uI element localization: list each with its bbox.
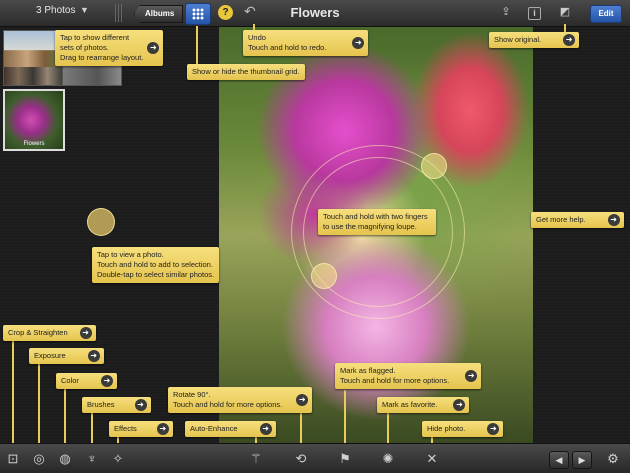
callout-leader [91, 413, 93, 444]
callout-text: sets of photos. [60, 43, 109, 52]
crop-icon[interactable]: ⊡ [4, 450, 22, 468]
callout-text: Touch and hold for more options. [173, 400, 283, 409]
thumbnail-label: Flowers [23, 141, 45, 147]
arrow-right-icon[interactable]: ▶ [572, 451, 592, 469]
arrow-right-icon[interactable]: ➜ [607, 214, 620, 226]
callout-effects[interactable]: Effects ➜ [109, 421, 173, 437]
callout-leader [64, 389, 66, 444]
callout-text: to use the magnifying loupe. [323, 222, 417, 231]
callout-text: Touch and hold to add to selection. [97, 260, 213, 269]
arrow-left-icon[interactable]: ◀ [549, 451, 569, 469]
callout-text: Crop & Straighten [8, 328, 68, 337]
info-icon[interactable]: i [528, 7, 541, 20]
arrow-right-icon[interactable]: ➜ [453, 399, 466, 411]
callout-leader [387, 412, 389, 444]
callout-leader [196, 26, 198, 64]
callout-text: Mark as favorite. [382, 400, 438, 409]
callout-text: Undo [248, 33, 266, 42]
callout-text: Drag to rearrange layout. [60, 53, 144, 62]
callout-text: Effects [114, 424, 137, 433]
callout-loupe: Touch and hold with two fingers to use t… [318, 209, 436, 235]
callout-text: Show or hide the thumbnail grid. [192, 67, 300, 76]
rotate-icon[interactable]: ⟲ [292, 450, 310, 468]
callout-flag[interactable]: Mark as flagged. Touch and hold for more… [335, 363, 482, 389]
callout-show-original[interactable]: Show original. ➜ [489, 32, 580, 48]
callout-text: Show original. [494, 35, 542, 44]
palette-icon[interactable]: ◍ [56, 450, 74, 468]
arrow-right-icon[interactable]: ➜ [100, 375, 113, 387]
arrow-right-icon[interactable]: ➜ [87, 350, 100, 362]
callout-undo[interactable]: Undo Touch and hold to redo. ➜ [243, 30, 369, 56]
callout-exposure[interactable]: Exposure ➜ [29, 348, 104, 364]
callout-text: Color [61, 376, 79, 385]
arrow-right-icon[interactable]: ➜ [134, 399, 147, 411]
arrow-right-icon[interactable]: ➜ [259, 423, 272, 435]
callout-text: Touch and hold for more options. [340, 376, 450, 385]
callout-color[interactable]: Color ➜ [56, 373, 117, 389]
callout-text: Get more help. [536, 215, 586, 224]
callout-favorite[interactable]: Mark as favorite. ➜ [377, 397, 470, 413]
arrow-right-icon[interactable]: ➜ [79, 327, 92, 339]
callout-hide[interactable]: Hide photo. ➜ [422, 421, 504, 437]
flag-icon[interactable]: ⚑ [336, 450, 354, 468]
callout-rotate[interactable]: Rotate 90°. Touch and hold for more opti… [168, 387, 313, 413]
loupe-touch-point [421, 153, 447, 179]
callout-text: Touch and hold to redo. [248, 43, 327, 52]
thumbnail-building[interactable] [3, 30, 63, 86]
callout-leader [300, 410, 302, 444]
magic-wand-icon[interactable]: ⚚ [247, 450, 265, 468]
arrow-right-icon[interactable]: ➜ [296, 394, 309, 406]
arrow-right-icon[interactable]: ➜ [156, 423, 169, 435]
brush-icon[interactable]: ♆ [83, 450, 101, 468]
share-icon[interactable]: ⇪ [498, 5, 514, 20]
callout-text: Rotate 90°. [173, 390, 211, 399]
bottom-toolbar: ⊡ ◎ ◍ ♆ ✧ ⚚ ⟲ ⚑ ✺ ✕ ◀ ▶ ⚙ [0, 443, 630, 473]
callout-text: Mark as flagged. [340, 366, 396, 375]
top-toolbar: 3 Photos ▼ Albums ? ↶ Flowers ⇪ i ◩ Edit [0, 0, 630, 27]
callout-leader [564, 24, 566, 32]
edit-button[interactable]: Edit [590, 5, 622, 23]
callout-text: Tap to show different [60, 33, 130, 42]
arrow-right-icon[interactable]: ➜ [487, 423, 500, 435]
callout-text: Brushes [87, 400, 115, 409]
callout-view-photo: Tap to view a photo. Touch and hold to a… [92, 247, 220, 283]
callout-text: Hide photo. [427, 424, 466, 433]
callout-text: Tap to view a photo. [97, 250, 164, 259]
thumbnail-detail [4, 67, 62, 85]
gear-icon[interactable]: ⚙ [604, 450, 622, 468]
callout-get-help[interactable]: Get more help. ➜ [531, 212, 624, 228]
thumbnail-flowers[interactable]: Flowers [3, 89, 65, 151]
arrow-right-icon[interactable]: ➜ [563, 34, 576, 46]
callout-leader [344, 390, 346, 444]
arrow-right-icon[interactable]: ➜ [465, 370, 478, 382]
app-window: 3 Photos ▼ Albums ? ↶ Flowers ⇪ i ◩ Edit… [0, 0, 630, 473]
callout-photo-sets[interactable]: Tap to show different sets of photos. Dr… [55, 30, 164, 66]
callout-thumbnail-grid: Show or hide the thumbnail grid. [187, 64, 305, 80]
exposure-icon[interactable]: ◎ [30, 450, 48, 468]
hide-icon[interactable]: ✕ [423, 450, 441, 468]
show-original-icon[interactable]: ◩ [557, 5, 573, 20]
tap-hint-dot [87, 208, 115, 236]
effects-icon[interactable]: ✧ [109, 450, 127, 468]
arrow-right-icon[interactable]: ➜ [147, 42, 160, 54]
callout-brushes[interactable]: Brushes ➜ [82, 397, 151, 413]
callout-text: Touch and hold with two fingers [323, 212, 428, 221]
callout-text: Exposure [34, 351, 66, 360]
callout-text: Double-tap to select similar photos. [97, 270, 215, 279]
callout-leader [38, 363, 40, 444]
callout-auto-enhance[interactable]: Auto-Enhance ➜ [185, 421, 276, 437]
loupe-touch-point [311, 263, 337, 289]
favorite-icon[interactable]: ✺ [379, 450, 397, 468]
callout-crop[interactable]: Crop & Straighten ➜ [3, 325, 96, 341]
callout-leader [12, 340, 14, 444]
arrow-right-icon[interactable]: ➜ [352, 37, 365, 49]
callout-text: Auto-Enhance [190, 424, 238, 433]
